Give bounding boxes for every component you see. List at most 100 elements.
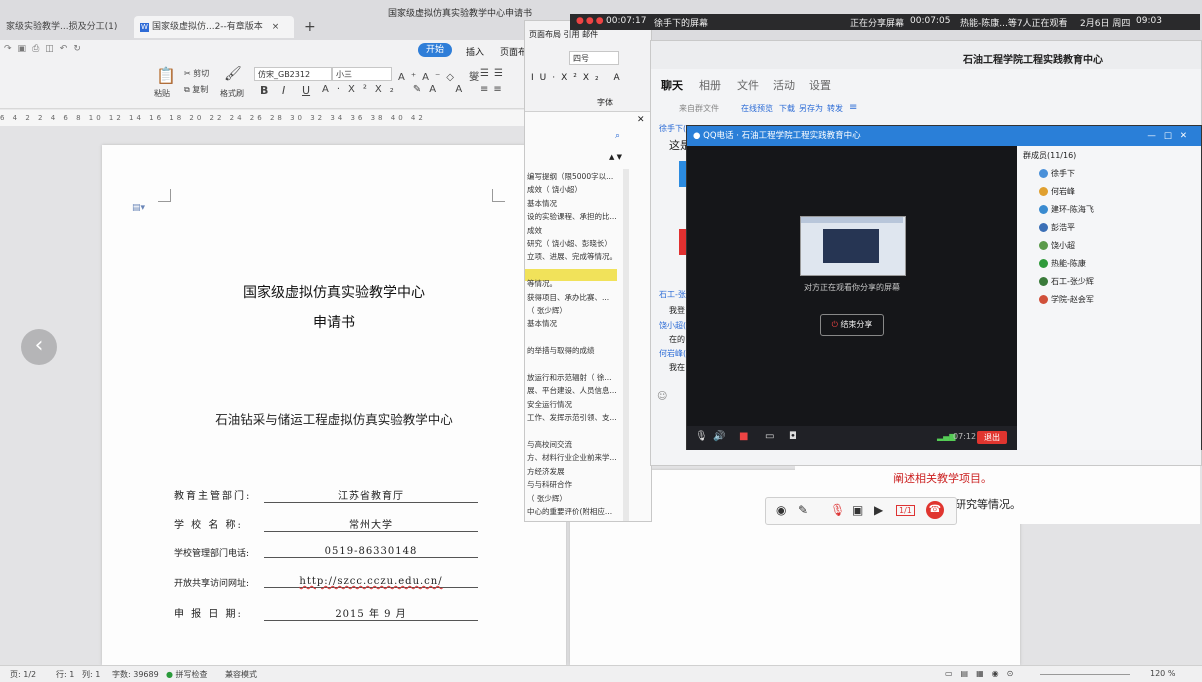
emoji-icon[interactable]: ☺: [657, 391, 667, 402]
present-icon[interactable]: ◘: [789, 431, 797, 442]
window-buttons[interactable]: —□✕: [1147, 126, 1195, 146]
add-tab-button[interactable]: +: [298, 16, 318, 38]
view-mode-buttons[interactable]: ▭▤▦◉⊙: [945, 669, 1021, 678]
outline-item[interactable]: 基本情况: [527, 198, 621, 209]
spell-check[interactable]: ● 拼写检查: [166, 669, 208, 680]
forward-link[interactable]: 转发: [827, 103, 843, 114]
exit-call-button[interactable]: 退出: [977, 431, 1007, 444]
doc-tab-2[interactable]: W 国家级虚拟仿...2--有章版本 ×: [134, 16, 294, 38]
microphone-icon[interactable]: 🎙: [695, 431, 708, 442]
bold-button[interactable]: B: [260, 84, 268, 97]
tab-insert[interactable]: 插入: [466, 45, 484, 58]
pen-icon[interactable]: ✎: [798, 503, 808, 517]
outline-item[interactable]: （ 张少辉）: [527, 493, 621, 504]
outline-item[interactable]: 方、材料行业企业前来学...: [527, 452, 621, 463]
outline-item[interactable]: 基本情况: [527, 318, 621, 329]
close-icon[interactable]: ✕: [637, 115, 645, 125]
member-item[interactable]: 彭浩平: [1039, 222, 1075, 233]
tab-activity[interactable]: 活动: [773, 77, 795, 93]
member-item[interactable]: 石工-张少辉: [1039, 276, 1094, 287]
save-icon[interactable]: ▣: [18, 44, 33, 54]
menu-mail[interactable]: 邮件: [582, 30, 598, 39]
outline-item[interactable]: 成效: [527, 225, 621, 236]
tab-page-layout[interactable]: 页面布: [500, 45, 527, 58]
page-layout-icon[interactable]: ▤▾: [132, 203, 145, 213]
member-item[interactable]: 徐手下: [1039, 168, 1075, 179]
underline-button[interactable]: U: [302, 84, 310, 97]
member-item[interactable]: 学院-赵会军: [1039, 294, 1094, 305]
redo-icon[interactable]: ↷: [4, 44, 18, 54]
outline-item[interactable]: 立项、进展、完成等情况。: [527, 251, 621, 262]
outline-item[interactable]: 获得项目、承办比赛、...: [527, 292, 621, 303]
member-item[interactable]: 何岩峰: [1039, 186, 1075, 197]
italic-button[interactable]: I: [282, 84, 285, 97]
text-effect-buttons[interactable]: A·X²X₂ ✎A A: [322, 84, 470, 95]
outline-item[interactable]: 成效（ 饶小超）: [527, 184, 621, 195]
microphone-icon[interactable]: 🎙: [830, 503, 845, 517]
preview-icon[interactable]: ◫: [45, 44, 60, 54]
close-icon[interactable]: ×: [272, 22, 280, 32]
paste-icon[interactable]: 📋: [156, 66, 176, 85]
paste-button[interactable]: 粘贴: [154, 88, 170, 99]
font-name-select[interactable]: 仿宋_GB2312: [254, 67, 332, 81]
menu-reference[interactable]: 引用: [564, 30, 580, 39]
member-item[interactable]: 建环-陈海飞: [1039, 204, 1094, 215]
outline-item[interactable]: 中心的重要评价(附相应...: [527, 506, 621, 517]
word-count[interactable]: 字数: 39689: [112, 669, 159, 680]
speaker-icon[interactable]: 🔊: [713, 431, 725, 442]
download-link[interactable]: 下载: [779, 103, 795, 114]
secondary-menu[interactable]: 页面布局 引用 邮件: [529, 29, 598, 40]
copy-button[interactable]: ⧉ 复制: [184, 84, 208, 95]
outline-item[interactable]: 与高校间交流: [527, 439, 621, 450]
format-painter-button[interactable]: 格式刷: [220, 88, 244, 99]
align-buttons[interactable]: ≡≡: [480, 84, 507, 95]
font-grow-shrink-buttons[interactable]: A⁺A⁻◇ 燮: [398, 68, 485, 83]
outline-item[interactable]: 编写提纲（限5000字以...: [527, 171, 621, 182]
outline-item[interactable]: 设的实验课程、承担的比...: [527, 211, 621, 222]
search-icon[interactable]: ⌕: [615, 131, 620, 141]
zoom-level[interactable]: 120 %: [1150, 669, 1175, 678]
list-buttons[interactable]: ☰☰: [480, 68, 508, 79]
outline-item[interactable]: 安全运行情况: [527, 399, 621, 410]
repeat-icon[interactable]: ↻: [73, 44, 87, 54]
outline-item[interactable]: 研究（ 饶小超、彭晓长）: [527, 238, 621, 249]
document-page-1[interactable]: ▤▾ 国家级虚拟仿真实验教学中心 申请书 石油钻采与储运工程虚拟仿真实验教学中心…: [102, 145, 566, 665]
save-as-link[interactable]: 另存为: [799, 103, 823, 114]
present-icon[interactable]: ▶: [874, 503, 883, 517]
end-share-button[interactable]: ⏻ 结束分享: [820, 314, 884, 336]
doc-tab-1[interactable]: 家级实验教学...损及分工(1): [0, 16, 130, 38]
tab-album[interactable]: 相册: [699, 77, 721, 93]
outline-item[interactable]: （ 张少辉）: [527, 305, 621, 316]
chevron-up-icon[interactable]: ▲ ▼: [609, 153, 622, 161]
screen-share-icon[interactable]: ▭: [765, 431, 774, 442]
camera-icon[interactable]: ▣: [852, 503, 863, 517]
secondary-font-size[interactable]: 四号: [569, 51, 619, 65]
outline-item[interactable]: 与与科研合作: [527, 479, 621, 490]
member-item[interactable]: 饶小超: [1039, 240, 1075, 251]
tab-files[interactable]: 文件: [737, 77, 759, 93]
outline-item[interactable]: 工作、发挥示范引领、支...: [527, 412, 621, 423]
tab-chat[interactable]: 聊天: [661, 77, 683, 93]
camera-off-icon[interactable]: ■: [739, 431, 748, 442]
zoom-slider[interactable]: [1040, 674, 1130, 675]
horizontal-ruler[interactable]: 6 4 2 2 4 6 8 10 12 14 16 18 20 22 24 26…: [0, 110, 530, 126]
outline-item[interactable]: 放运行和示范辐射（ 徐...: [527, 372, 621, 383]
outline-item[interactable]: 等情况。: [527, 278, 621, 289]
menu-icon[interactable]: ≡: [849, 102, 857, 113]
tab-settings[interactable]: 设置: [809, 77, 831, 93]
shared-screen-thumbnail[interactable]: [800, 216, 906, 276]
outline-item[interactable]: 的举措与取得的成绩: [527, 345, 621, 356]
outline-item[interactable]: 方经济发展: [527, 466, 621, 477]
hangup-icon[interactable]: ☎: [926, 501, 944, 519]
outline-item[interactable]: 展、平台建设、人员信息...: [527, 385, 621, 396]
undo-icon[interactable]: ↶: [60, 44, 74, 54]
preview-link[interactable]: 在线预览: [741, 103, 773, 114]
cut-button[interactable]: ✂ 剪切: [184, 68, 209, 79]
window-controls[interactable]: ●●●: [576, 16, 606, 26]
page-indicator[interactable]: 1/1: [896, 505, 915, 516]
font-size-select[interactable]: 小三: [332, 67, 392, 81]
secondary-format-buttons[interactable]: IU·X²X₂ A: [531, 73, 626, 83]
tab-start[interactable]: 开始: [418, 43, 452, 57]
format-painter-icon[interactable]: 🖌: [224, 66, 242, 82]
menu-page-layout[interactable]: 页面布局: [529, 30, 561, 39]
